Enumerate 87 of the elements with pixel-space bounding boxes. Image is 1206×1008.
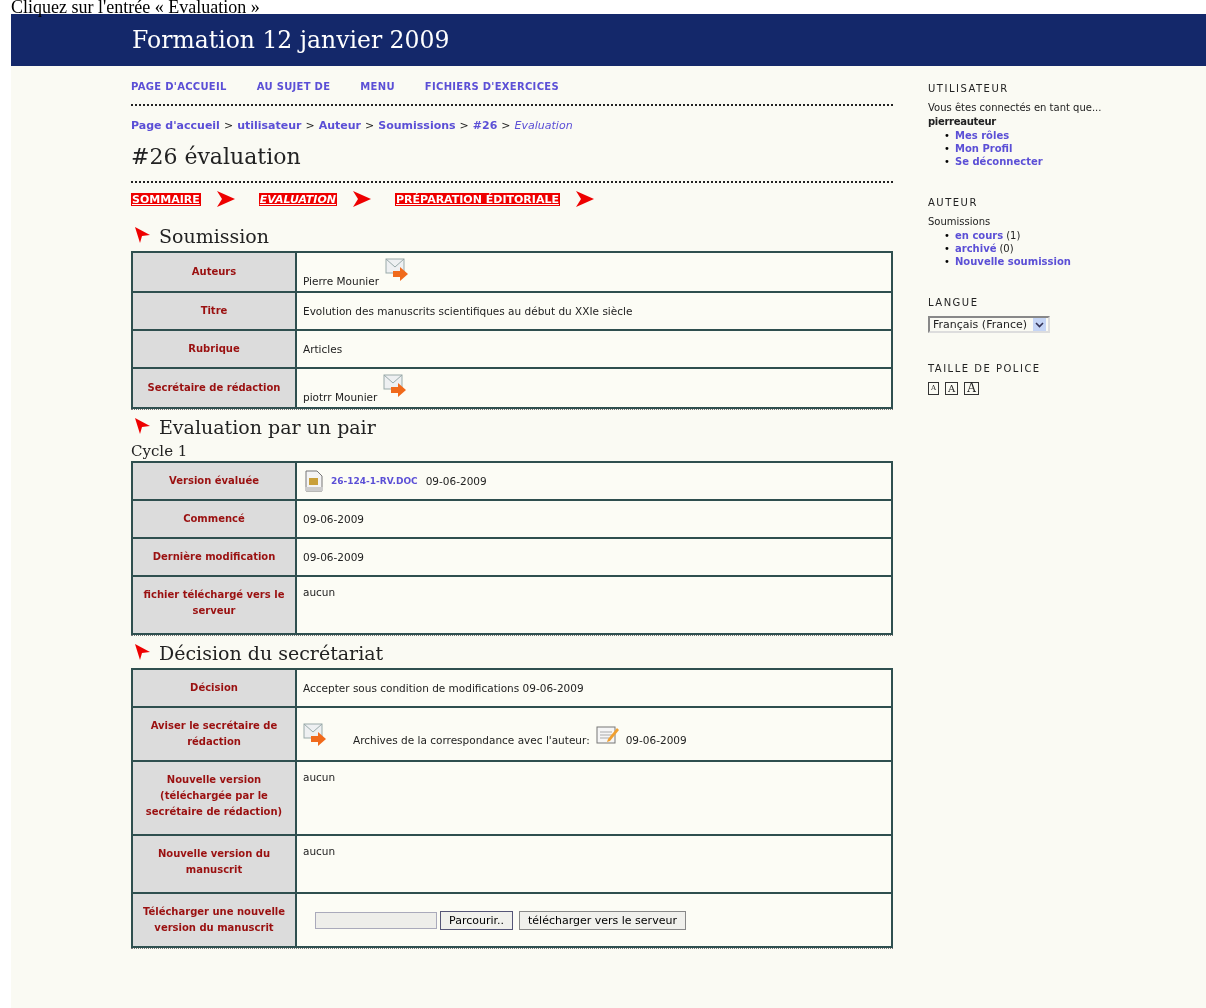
dropdown-icon[interactable]: [1033, 318, 1046, 331]
field-value: Articles: [303, 343, 343, 355]
sidebar-link[interactable]: en cours: [955, 230, 1004, 241]
bullet: •: [944, 243, 951, 254]
site-title: Formation 12 janvier 2009: [132, 26, 450, 54]
arrow-icon: [353, 191, 372, 207]
file-link[interactable]: 26-124-1-RV.DOC: [331, 476, 418, 486]
sidebar-heading: LANGUE: [928, 297, 980, 308]
nav-link[interactable]: AU SUJET DE: [256, 81, 331, 92]
browse-button[interactable]: Parcourir..: [440, 910, 513, 930]
bullet: •: [944, 130, 951, 141]
bullet: •: [944, 143, 951, 154]
field-value: Accepter sous condition de modifications 09-06-2009: [303, 682, 584, 694]
field-label: Commencé: [132, 500, 296, 538]
field-label: Nouvelle version (téléchargée par le secrétaire de rédaction): [132, 761, 296, 835]
arrow-icon: [216, 191, 235, 207]
sidebar-link[interactable]: Se déconnecter: [955, 156, 1043, 167]
step-tab[interactable]: SOMMAIRE: [131, 192, 201, 206]
bullet: •: [944, 256, 951, 267]
sidebar-heading: TAILLE DE POLICE: [928, 363, 1042, 374]
breadcrumb-separator: >: [501, 119, 511, 132]
field-label: Décision: [132, 669, 296, 707]
count-text: (1): [1006, 230, 1021, 241]
breadcrumb-link[interactable]: Auteur: [318, 119, 362, 132]
field-value: Archives de la correspondance avec l'auteur:: [353, 734, 590, 746]
section-title: Décision du secrétariat: [159, 642, 384, 664]
bullet: •: [944, 156, 951, 167]
section-title: Soumission: [159, 225, 270, 247]
sidebar-link[interactable]: Nouvelle soumission: [955, 256, 1071, 267]
mail-icon[interactable]: [385, 257, 409, 281]
field-value: 09-06-2009: [425, 475, 487, 487]
breadcrumb-separator: >: [305, 119, 315, 132]
upload-button[interactable]: télécharger vers le serveur: [519, 910, 686, 930]
breadcrumb-link[interactable]: Page d'accueil: [131, 119, 220, 132]
breadcrumb-separator: >: [459, 119, 469, 132]
mail-icon[interactable]: [303, 722, 327, 746]
mail-icon[interactable]: [383, 373, 408, 397]
field-label: Nouvelle version du manuscrit: [132, 835, 296, 893]
sidebar-heading: UTILISATEUR: [928, 83, 1010, 94]
cycle-label: Cycle 1: [131, 442, 189, 460]
count-text: (0): [999, 243, 1014, 254]
file-input[interactable]: [315, 911, 437, 929]
document-icon[interactable]: [303, 470, 325, 492]
breadcrumb-separator: >: [365, 119, 375, 132]
field-value: piotrr Mounier: [303, 391, 378, 403]
bullet: •: [944, 230, 951, 241]
field-label: Aviser le secrétaire de rédaction: [132, 707, 296, 761]
field-label: Secrétaire de rédaction: [132, 368, 296, 408]
font-size-button[interactable]: A: [945, 382, 959, 395]
nav-link[interactable]: FICHIERS D'EXERCICES: [424, 81, 559, 92]
language-select[interactable]: Français (France): [928, 316, 1050, 333]
breadcrumb-link[interactable]: Evaluation: [514, 119, 573, 132]
sidebar-link[interactable]: Mes rôles: [955, 130, 1010, 141]
sidebar-heading: AUTEUR: [928, 197, 979, 208]
date-text: 09-06-2009: [625, 734, 687, 746]
breadcrumb-separator: >: [223, 119, 234, 132]
field-label: Titre: [132, 292, 296, 330]
field-value: aucun: [303, 586, 336, 598]
section-title: Evaluation par un pair: [159, 416, 376, 438]
sidebar-link[interactable]: Mon Profil: [955, 143, 1013, 154]
arrow-icon: [575, 191, 594, 207]
field-label: Rubrique: [132, 330, 296, 368]
breadcrumb-link[interactable]: Soumissions: [378, 119, 456, 132]
nav-link[interactable]: MENU: [360, 81, 395, 92]
field-value: Pierre Mounier: [303, 275, 379, 287]
nav-link[interactable]: PAGE D'ACCUEIL: [131, 81, 227, 92]
field-label: fichier téléchargé vers le serveur: [132, 576, 296, 634]
username: pierreauteur: [928, 116, 997, 127]
font-size-button[interactable]: A: [964, 382, 979, 395]
field-label: Télécharger une nouvelle version du manuscrit: [132, 893, 296, 947]
step-tab[interactable]: PRÉPARATION ÉDITORIALE: [395, 192, 560, 206]
step-tab[interactable]: EVALUATION: [258, 192, 338, 206]
sidebar-text: Soumissions: [928, 216, 992, 227]
breadcrumb-link[interactable]: utilisateur: [237, 119, 302, 132]
sidebar-link[interactable]: archivé: [955, 243, 997, 254]
field-value: Evolution des manuscrits scientifiques au début du XXIe siècle: [303, 305, 633, 317]
field-label: Version évaluée: [132, 462, 296, 500]
field-value: aucun: [303, 771, 336, 783]
sidebar-text: Vous êtes connectés en tant que...: [928, 102, 1103, 113]
field-label: Dernière modification: [132, 538, 296, 576]
field-value: aucun: [303, 845, 336, 857]
field-label: Auteurs: [132, 252, 296, 292]
notepad-icon[interactable]: [595, 724, 620, 746]
field-value: 09-06-2009: [303, 513, 365, 525]
page-title: #26 évaluation: [131, 144, 302, 169]
field-value: 09-06-2009: [303, 551, 365, 563]
breadcrumb-link[interactable]: #26: [472, 119, 498, 132]
